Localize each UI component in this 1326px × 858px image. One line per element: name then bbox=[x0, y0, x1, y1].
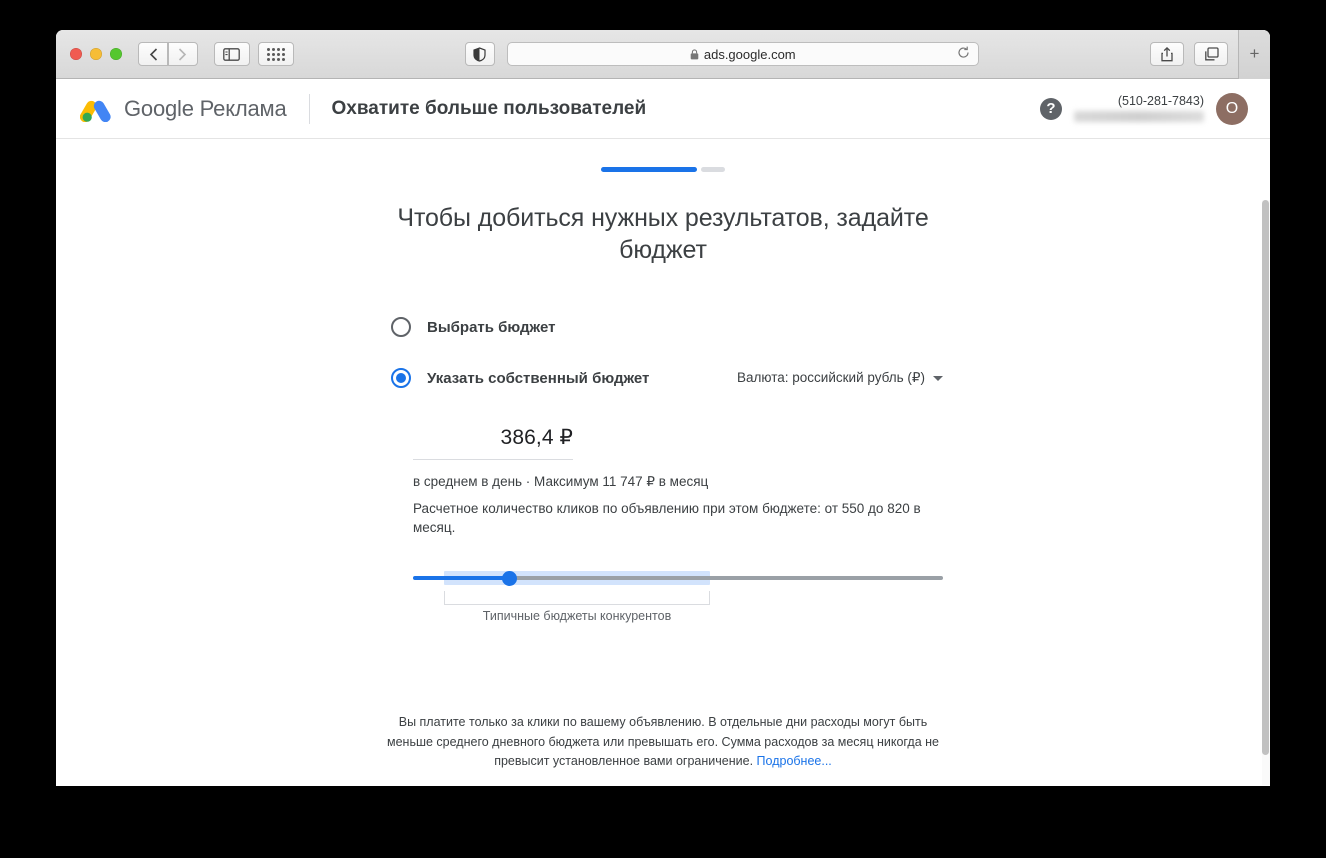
account-phone: (510-281-7843) bbox=[1117, 93, 1204, 108]
budget-estimate-line: Расчетное количество кликов по объявлени… bbox=[413, 501, 921, 536]
sidebar-toggle-button[interactable] bbox=[213, 42, 250, 66]
progress-indicator bbox=[383, 167, 943, 172]
share-button[interactable] bbox=[1150, 42, 1184, 66]
headline: Чтобы добиться нужных результатов, задай… bbox=[397, 204, 929, 264]
tab-overview-button[interactable] bbox=[1194, 42, 1228, 66]
option-custom-budget-label: Указать собственный бюджет bbox=[427, 369, 650, 387]
budget-amount-field[interactable]: 386,4 ₽ bbox=[413, 425, 573, 460]
payment-disclaimer: Вы платите только за клики по вашему объ… bbox=[383, 713, 943, 771]
progress-segment-completed bbox=[601, 167, 697, 172]
tab-grid-button[interactable] bbox=[257, 42, 294, 66]
competitor-range-label: Типичные бюджеты конкурентов bbox=[482, 609, 672, 624]
reload-button[interactable] bbox=[957, 46, 970, 62]
address-bar-text: ads.google.com bbox=[703, 46, 796, 62]
learn-more-link[interactable]: Подробнее... bbox=[757, 754, 832, 768]
app-header: Google Реклама Охватите больше пользоват… bbox=[56, 79, 1270, 139]
forward-arrow-icon bbox=[178, 47, 187, 61]
budget-average-line: в среднем в день · Максимум 11 747 ₽ в м… bbox=[413, 474, 709, 489]
avatar[interactable]: O bbox=[1216, 92, 1248, 125]
minimize-window-button[interactable] bbox=[90, 48, 102, 60]
header-divider bbox=[308, 93, 310, 124]
option-choose-budget-label: Выбрать бюджет bbox=[427, 318, 556, 336]
close-window-button[interactable] bbox=[70, 48, 82, 60]
progress-segment-remaining bbox=[701, 167, 725, 172]
page-content: Чтобы добиться нужных результатов, задай… bbox=[56, 139, 1270, 785]
currency-label: Валюта: российский рубль (₽) bbox=[737, 370, 925, 385]
address-bar[interactable]: ads.google.com bbox=[506, 42, 979, 66]
maximize-window-button[interactable] bbox=[110, 48, 122, 60]
currency-selector[interactable]: Валюта: российский рубль (₽) bbox=[737, 370, 943, 386]
new-tab-button[interactable]: + bbox=[1238, 30, 1270, 79]
budget-slider[interactable]: Типичные бюджеты конкурентов bbox=[413, 565, 943, 623]
budget-amount-value: 386,4 ₽ bbox=[500, 426, 573, 449]
header-right: ? (510-281-7843) O bbox=[1040, 92, 1248, 125]
brand-name: Google Реклама bbox=[124, 96, 287, 122]
help-icon[interactable]: ? bbox=[1040, 97, 1062, 120]
toolbar-right-buttons bbox=[1150, 42, 1228, 66]
chevron-down-icon bbox=[933, 375, 943, 381]
option-choose-budget[interactable]: Выбрать бюджет bbox=[391, 310, 943, 344]
browser-window: ads.google.com + Google Реклама Охватите… bbox=[56, 30, 1270, 786]
back-button[interactable] bbox=[138, 42, 168, 66]
tab-grid-icon bbox=[266, 47, 285, 61]
option-custom-budget[interactable]: Указать собственный бюджет Валюта: росси… bbox=[391, 361, 943, 395]
reload-icon bbox=[958, 46, 969, 58]
competitor-range-bracket bbox=[444, 591, 710, 606]
radio-custom-budget[interactable] bbox=[391, 368, 411, 388]
browser-toolbar: ads.google.com + bbox=[56, 30, 1270, 79]
radio-choose-budget[interactable] bbox=[391, 317, 411, 337]
share-icon bbox=[1161, 46, 1173, 61]
scrollbar-thumb[interactable] bbox=[1262, 200, 1269, 755]
brand-google: Google bbox=[124, 95, 194, 121]
brand-product: Реклама bbox=[199, 95, 287, 121]
forward-button[interactable] bbox=[167, 42, 198, 66]
account-email-blurred bbox=[1074, 111, 1204, 123]
payment-disclaimer-text: Вы платите только за клики по вашему объ… bbox=[387, 715, 939, 769]
google-ads-logo-icon bbox=[80, 100, 111, 122]
budget-options: Выбрать бюджет Указать собственный бюдже… bbox=[383, 310, 943, 395]
window-controls bbox=[70, 48, 122, 60]
scrollbar[interactable] bbox=[1262, 200, 1270, 785]
sidebar-toggle-icon bbox=[223, 47, 240, 61]
navigation-buttons bbox=[138, 42, 198, 66]
account-info[interactable]: (510-281-7843) bbox=[1074, 93, 1204, 123]
tab-overview-icon bbox=[1204, 47, 1219, 61]
privacy-shield-button[interactable] bbox=[464, 42, 495, 66]
page-title: Охватите больше пользователей bbox=[331, 97, 647, 119]
address-bar-area: ads.google.com bbox=[294, 42, 1151, 66]
slider-track-filled bbox=[413, 576, 510, 581]
slider-track-remaining bbox=[510, 576, 943, 581]
lock-icon bbox=[690, 48, 699, 60]
budget-amount-underline bbox=[413, 459, 573, 460]
back-arrow-icon bbox=[149, 47, 157, 61]
budget-panel: 386,4 ₽ в среднем в день · Максимум 11 7… bbox=[383, 425, 943, 623]
privacy-shield-icon bbox=[473, 46, 486, 62]
